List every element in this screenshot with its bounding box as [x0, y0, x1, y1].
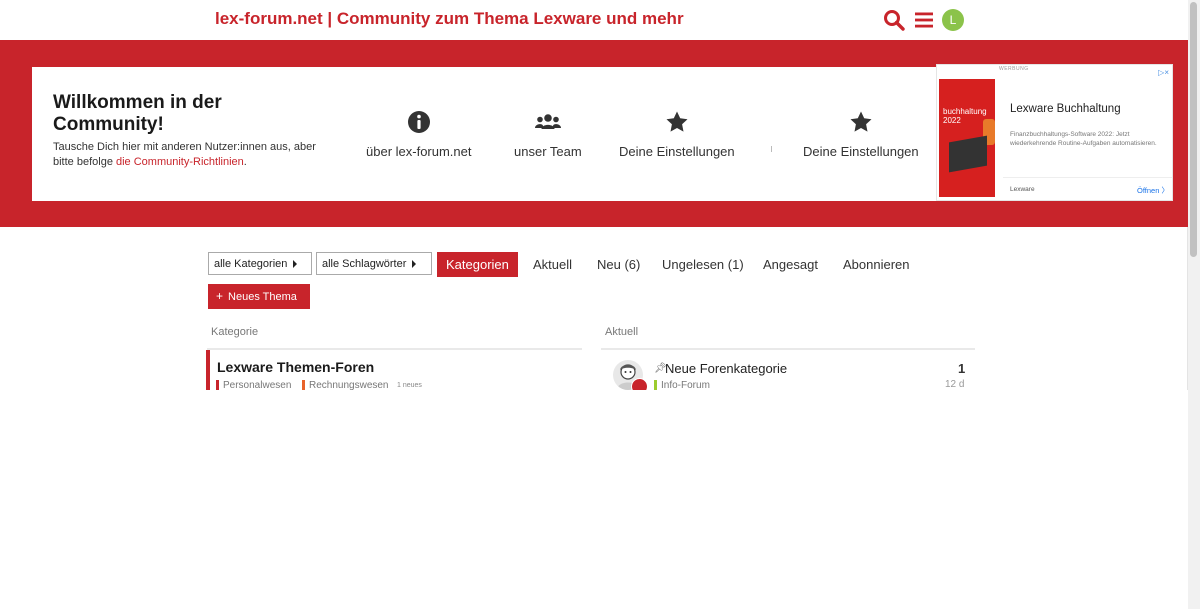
tag-dropdown[interactable]: alle Schlagwörter — [316, 252, 432, 275]
tag-dropdown-label: alle Schlagwörter — [322, 258, 407, 270]
quick-link-label: unser Team — [514, 144, 582, 159]
category-header-rule — [207, 348, 582, 350]
ad-open-label: Öffnen — [1137, 186, 1160, 195]
star-icon — [666, 111, 688, 132]
new-topics-count[interactable]: 1 neues — [397, 382, 422, 389]
site-title[interactable]: lex-forum.net | Community zum Thema Lexw… — [215, 9, 684, 29]
user-avatar[interactable]: L — [942, 9, 964, 31]
ad-choices-icon[interactable]: ▷× — [1158, 68, 1169, 77]
quick-link-settings-2[interactable]: Deine Einstellungen — [803, 110, 919, 159]
topic-category[interactable]: Info-Forum — [654, 380, 710, 390]
quick-link-team[interactable]: unser Team — [514, 110, 582, 159]
topic-title[interactable]: Neue Forenkategorie — [665, 361, 787, 376]
plus-icon: + — [216, 289, 224, 303]
subcategory-personalwesen[interactable]: Personalwesen — [216, 380, 291, 390]
users-icon — [534, 114, 561, 129]
tab-subscribe[interactable]: Abonnieren — [843, 252, 910, 277]
ad-divider — [1003, 177, 1172, 178]
tab-new[interactable]: Neu (6) — [597, 252, 640, 277]
welcome-text-end: . — [243, 156, 247, 168]
advertisement[interactable]: WERBUNG ▷× buchhaltung 2022 Lexware Buch… — [936, 64, 1173, 201]
category-dropdown[interactable]: alle Kategorien — [208, 252, 312, 275]
info-icon — [407, 111, 430, 133]
community-guidelines-link[interactable]: die Community-Richtlinien — [116, 156, 244, 168]
topic-age[interactable]: 12 d — [945, 379, 964, 390]
ad-description: Finanzbuchhaltungs-Software 2022: Jetzt … — [1010, 131, 1157, 147]
site-header: lex-forum.net | Community zum Thema Lexw… — [0, 0, 1188, 40]
new-topic-label: Neues Thema — [228, 291, 297, 303]
ad-brand: Lexware — [1010, 186, 1035, 193]
quick-link-label: Deine Einstellungen — [619, 144, 735, 159]
product-box-image: buchhaltung 2022 — [939, 79, 995, 197]
category-dropdown-label: alle Kategorien — [214, 258, 288, 270]
tab-latest[interactable]: Aktuell — [533, 252, 572, 277]
tab-hot[interactable]: Angesagt — [763, 252, 818, 277]
page-empty-area — [0, 390, 1188, 609]
scrollbar-thumb[interactable] — [1190, 2, 1197, 257]
product-keyboard-graphic — [949, 135, 987, 173]
hamburger-menu-icon[interactable] — [913, 9, 935, 31]
star-icon — [850, 111, 872, 132]
ad-headline[interactable]: Lexware Buchhaltung — [1010, 103, 1121, 115]
new-topic-button[interactable]: + Neues Thema — [208, 284, 310, 309]
category-column-header: Kategorie — [211, 326, 259, 338]
quick-link-about[interactable]: über lex-forum.net — [366, 110, 472, 159]
welcome-title: Willkommen in der Community! — [53, 92, 222, 135]
ad-tag: WERBUNG — [999, 66, 1029, 72]
welcome-text: Tausche Dich hier mit anderen Nutzer:inn… — [53, 140, 328, 170]
caret-right-icon — [412, 260, 417, 269]
divider — [771, 146, 772, 152]
quick-link-label: Deine Einstellungen — [803, 144, 919, 159]
subcategory-rechnungswesen[interactable]: Rechnungswesen — [302, 380, 389, 390]
caret-right-icon — [293, 260, 298, 269]
latest-header-rule — [601, 348, 975, 350]
search-icon[interactable] — [883, 9, 905, 31]
tab-categories[interactable]: Kategorien — [437, 252, 518, 277]
ad-open-button[interactable]: Öffnen 〉 — [1137, 185, 1169, 196]
tab-unread[interactable]: Ungelesen (1) — [662, 252, 744, 277]
quick-link-label: über lex-forum.net — [366, 144, 472, 159]
latest-column-header: Aktuell — [605, 326, 639, 338]
category-color-bar — [206, 350, 210, 390]
topic-reply-count: 1 — [958, 361, 966, 376]
category-title[interactable]: Lexware Themen-Foren — [217, 359, 374, 375]
page-scrollbar[interactable] — [1187, 0, 1200, 609]
quick-link-settings[interactable]: Deine Einstellungen — [619, 110, 735, 159]
